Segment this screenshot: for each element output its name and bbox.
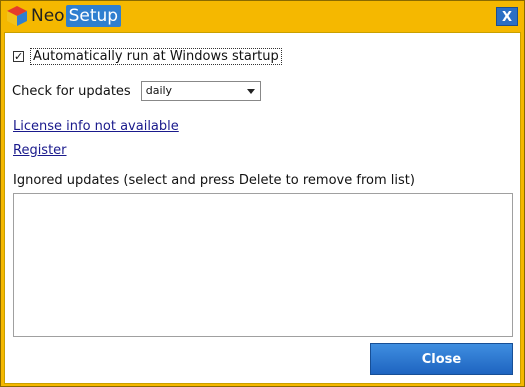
autorun-checkbox[interactable]: ✓ bbox=[13, 51, 24, 62]
close-button[interactable]: Close bbox=[370, 343, 513, 375]
app-window: Neo Setup X ✓ Automatically run at Windo… bbox=[0, 0, 525, 387]
autorun-checkbox-row[interactable]: ✓ Automatically run at Windows startup bbox=[13, 48, 282, 65]
ignored-updates-list[interactable] bbox=[13, 193, 513, 337]
update-frequency-select[interactable]: daily bbox=[140, 81, 261, 101]
app-title-setup: Setup bbox=[65, 5, 122, 27]
checkmark-icon: ✓ bbox=[14, 50, 24, 63]
neosetup-cube-icon bbox=[7, 6, 27, 26]
close-icon: X bbox=[501, 10, 513, 25]
app-title: Neo Setup bbox=[31, 5, 122, 27]
chevron-down-icon bbox=[246, 89, 255, 94]
settings-panel: ✓ Automatically run at Windows startup C… bbox=[4, 32, 521, 384]
ignored-updates-label: Ignored updates (select and press Delete… bbox=[13, 173, 415, 188]
update-frequency-value: daily bbox=[145, 84, 173, 97]
register-link[interactable]: Register bbox=[13, 143, 67, 158]
title-bar[interactable]: Neo Setup X bbox=[1, 1, 524, 31]
app-title-neo: Neo bbox=[31, 6, 65, 26]
window-close-button[interactable]: X bbox=[496, 7, 518, 26]
check-updates-label: Check for updates bbox=[12, 83, 131, 99]
license-info-link[interactable]: License info not available bbox=[13, 119, 179, 134]
autorun-label[interactable]: Automatically run at Windows startup bbox=[30, 48, 282, 65]
check-updates-row: Check for updates daily bbox=[12, 81, 261, 101]
